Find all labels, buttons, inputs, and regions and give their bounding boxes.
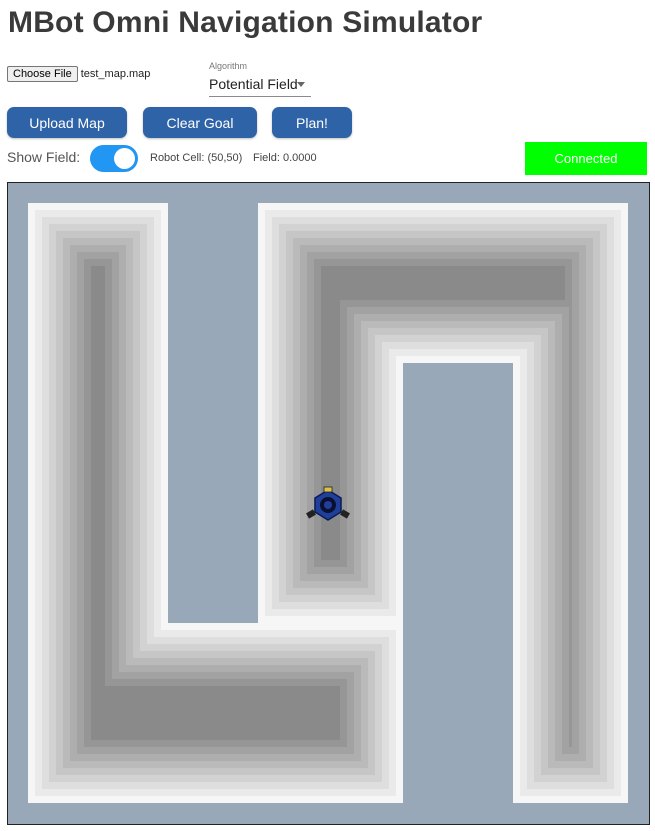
field-controls: Show Field: Robot Cell: (50,50) Field: 0… [7,142,647,175]
choose-file-button[interactable]: Choose File [7,66,78,82]
algorithm-select-container: Algorithm Potential Field [209,61,311,97]
algorithm-label: Algorithm [209,61,248,71]
algorithm-selected-value: Potential Field [209,76,298,92]
show-field-label: Show Field: [7,149,81,165]
robot-cell-readout: Robot Cell: (50,50) [150,152,243,164]
file-name-label: test_map.map [80,68,151,80]
upload-map-button[interactable]: Upload Map [7,107,127,138]
connection-status-badge: Connected [525,142,647,175]
plan-button[interactable]: Plan! [272,107,352,138]
map-svg [28,203,628,803]
field-layer [91,686,340,740]
field-layer [91,266,105,740]
map-canvas[interactable] [7,182,650,825]
algorithm-select[interactable]: Potential Field [209,76,311,97]
field-layer [569,259,572,747]
caret-down-icon [297,82,305,87]
field-value-readout: Field: 0.0000 [253,152,317,164]
clear-goal-button[interactable]: Clear Goal [143,107,257,138]
file-picker: Choose File test_map.map [7,66,150,82]
show-field-toggle[interactable] [90,145,138,172]
toggle-knob [114,148,135,169]
field-layer [321,266,565,300]
page-title: MBot Omni Navigation Simulator [8,6,483,39]
